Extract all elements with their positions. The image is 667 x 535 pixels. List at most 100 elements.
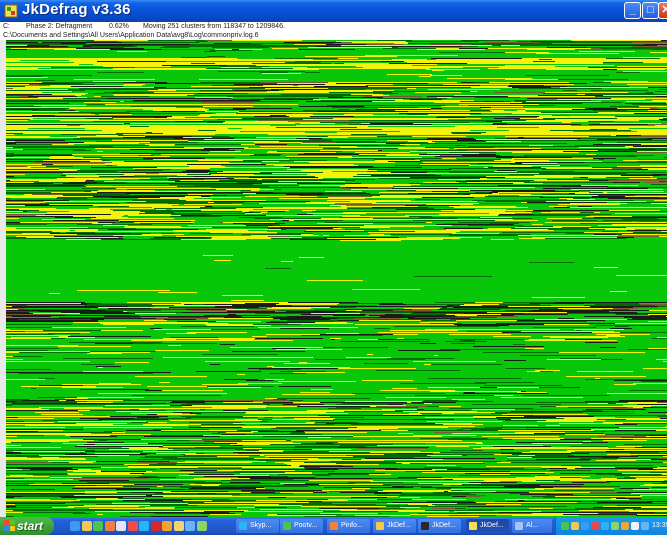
cluster-run-2023 (205, 324, 228, 325)
cluster-run-3198 (149, 508, 174, 509)
maximize-button[interactable]: □ (642, 2, 659, 19)
cluster-run-1630 (188, 225, 246, 226)
taskbar-button[interactable]: Skyp... (236, 519, 279, 533)
cluster-run-2623 (338, 442, 382, 443)
cluster-run-2068 (502, 332, 592, 333)
cluster-run-3011 (652, 487, 667, 488)
cluster-run-1646 (280, 227, 338, 228)
minimize-button[interactable]: _ (624, 2, 641, 19)
tray-icon[interactable] (571, 522, 579, 530)
firefox-icon[interactable] (104, 521, 115, 531)
cluster-run-1450 (184, 204, 220, 205)
cluster-run-441 (133, 100, 179, 101)
cluster-run-643 (502, 121, 588, 122)
tray-icon[interactable] (601, 522, 609, 530)
cluster-run-1999 (62, 321, 98, 322)
opera-icon[interactable] (150, 521, 161, 531)
close-button[interactable]: ✕ (658, 2, 667, 19)
cluster-run-2546 (291, 432, 305, 433)
taskbar-button[interactable]: JkDef... (466, 519, 509, 533)
cluster-run-2806 (124, 464, 149, 465)
cluster-run-1302 (571, 189, 663, 190)
taskbar-button[interactable]: Pootv... (280, 519, 323, 533)
cluster-run-1082 (617, 166, 667, 167)
tray-icon[interactable] (631, 522, 639, 530)
cluster-run-2214 (428, 378, 513, 379)
taskbar-button[interactable]: JkDef... (418, 519, 461, 533)
cluster-run-90 (436, 48, 459, 49)
cluster-run-3107 (6, 499, 50, 500)
explorer-icon[interactable] (173, 521, 184, 531)
cluster-run-965 (355, 152, 410, 153)
cluster-run-1009 (191, 158, 205, 159)
cluster-run-2563 (221, 434, 246, 435)
cluster-run-2528 (408, 430, 498, 431)
messenger-icon[interactable] (93, 521, 103, 531)
cluster-run-763 (637, 131, 667, 132)
cluster-run-2610 (286, 440, 291, 441)
cluster-run-2133 (525, 348, 544, 349)
tray-icon[interactable] (621, 522, 629, 530)
cluster-run-373 (415, 92, 461, 93)
cluster-run-415 (595, 96, 656, 97)
media-icon[interactable] (127, 521, 138, 531)
mail-icon[interactable] (116, 521, 126, 531)
folder-icon[interactable] (81, 521, 92, 531)
cluster-run-1241 (237, 182, 321, 183)
cluster-run-2918 (516, 477, 560, 478)
cluster-run-2620 (87, 442, 124, 443)
taskbar-button[interactable]: Al... (512, 519, 552, 533)
window-titlebar[interactable]: JkDefrag v3.36 _ □ ✕ (0, 0, 667, 22)
cluster-run-1679 (627, 230, 667, 231)
cluster-run-2090 (11, 337, 95, 338)
network-icon[interactable] (196, 521, 207, 531)
cluster-run-3044 (131, 492, 163, 493)
cluster-run-1561 (96, 217, 128, 218)
cluster-run-1279 (273, 187, 346, 188)
cluster-run-775 (557, 132, 604, 133)
cluster-run-334 (13, 88, 40, 89)
cluster-run-2823 (660, 466, 667, 467)
cluster-run-2157 (13, 356, 42, 357)
cluster-run-178 (52, 63, 127, 64)
cluster-run-2288 (123, 400, 204, 401)
cluster-run-694 (149, 126, 210, 127)
cluster-run-3227 (398, 511, 449, 512)
taskbar-button[interactable]: JkDef... (373, 519, 416, 533)
skype-icon[interactable] (139, 521, 149, 531)
cluster-run-2638 (230, 444, 270, 445)
cluster-run-24 (122, 42, 199, 43)
cluster-run-2651 (75, 446, 163, 447)
tray-icon[interactable] (561, 522, 569, 530)
cluster-run-2055 (118, 330, 143, 331)
cluster-run-2262 (98, 393, 184, 394)
tray-icon[interactable] (581, 522, 589, 530)
cluster-run-1670 (548, 229, 605, 230)
tray-icon[interactable] (591, 522, 599, 530)
desktop-icon[interactable] (185, 521, 195, 531)
tray-icon[interactable] (611, 522, 619, 530)
cluster-run-1958 (584, 316, 666, 317)
start-button[interactable]: start (0, 517, 54, 535)
cluster-run-1170 (534, 175, 621, 176)
cluster-run-3141 (309, 502, 363, 503)
cluster-run-1874 (344, 309, 412, 310)
taskbar-button[interactable]: Pinfo... (327, 519, 370, 533)
cluster-run-1142 (159, 173, 209, 174)
cluster-run-598 (154, 117, 167, 118)
cluster-run-1273 (340, 186, 393, 187)
cluster-run-1268 (498, 185, 581, 186)
cluster-run-645 (207, 122, 223, 123)
cluster-run-559 (216, 113, 236, 114)
cluster-run-2856 (638, 469, 656, 470)
cluster-run-958 (277, 151, 342, 152)
cluster-run-2613 (603, 440, 647, 441)
cluster-run-280 (375, 82, 457, 83)
winamp-icon[interactable] (162, 521, 172, 531)
tray-icon[interactable] (641, 522, 649, 530)
cluster-run-2723 (239, 454, 311, 455)
ie-icon[interactable] (70, 521, 80, 531)
cluster-run-1537 (6, 214, 45, 215)
cluster-run-2259 (300, 392, 330, 393)
cluster-run-1965 (347, 317, 415, 318)
